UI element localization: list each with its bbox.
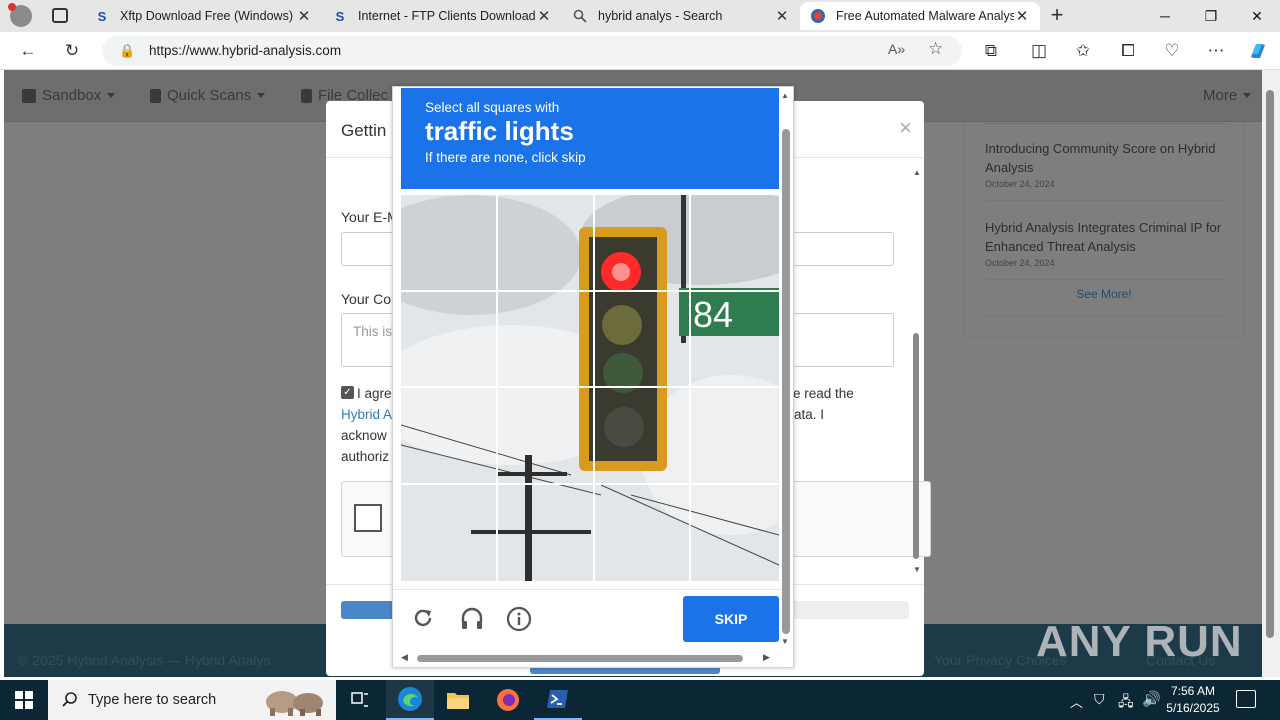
tab-actions-icon[interactable] [52,8,68,23]
notification-center-icon[interactable] [1236,690,1256,708]
network-icon[interactable]: 🖧 [1118,691,1134,715]
scrollbar-thumb[interactable] [782,129,790,634]
challenge-image-grid[interactable]: 84 [401,195,779,581]
news-card: Introducing Community Score on Hybrid An… [964,122,1244,338]
firefox-icon[interactable] [484,680,532,720]
task-view-icon[interactable] [336,680,384,720]
edge-taskbar-icon[interactable] [386,680,434,720]
captcha-challenge: Select all squares with traffic lights I… [392,86,794,668]
search-placeholder: Type here to search [88,692,217,708]
minimize-button[interactable]: ─ [1142,0,1188,32]
collections-icon[interactable]: ⧠ [1113,36,1143,66]
softpedia-s-icon: S [335,8,345,24]
refresh-icon[interactable] [411,606,435,633]
hybrid-analysis-icon [810,8,826,24]
close-window-button[interactable]: ✕ [1234,0,1280,32]
footer-copyright: © 2025 Hybrid Analysis — Hybrid Analys [18,652,271,668]
terms-link[interactable]: Hybrid A [341,404,392,425]
challenge-instruction: Select all squares with [425,100,560,115]
copilot-icon[interactable] [1243,36,1273,66]
comment-placeholder: This is [353,324,393,339]
search-icon [572,8,588,24]
captcha-checkbox[interactable] [354,504,382,532]
news-title[interactable]: Introducing Community Score on Hybrid An… [985,139,1225,177]
scrollbar-thumb[interactable] [1266,90,1274,638]
captcha-vscrollbar[interactable]: ▲ ▼ [780,91,792,647]
agree-text-right: ata. I [794,407,825,422]
volume-icon[interactable]: 🔊 [1142,690,1161,708]
news-date: October 24, 2024 [985,179,1055,189]
agree-text: acknow [341,428,387,443]
more-menu-icon[interactable]: ⋯ [1201,36,1231,66]
tab-ftp-clients[interactable]: S Internet - FTP Clients Downloads ✕ [322,2,562,30]
agree-text: authoriz [341,449,390,464]
agree-text: I agre [357,386,392,401]
scrollbar-thumb[interactable] [913,333,919,559]
profile-avatar[interactable] [8,3,32,27]
url-text: https://www.hybrid-analysis.com [149,43,342,58]
captcha-hscrollbar[interactable]: ◀ ▶ [397,652,777,664]
refresh-button[interactable]: ↻ [57,36,87,66]
new-tab-button[interactable]: + [1046,4,1068,26]
cube-icon [22,88,36,103]
back-button[interactable]: ← [13,36,43,66]
info-icon[interactable] [506,606,532,635]
page-scrollbar[interactable] [1262,70,1280,677]
nav-quick-scans[interactable]: Quick Scans [150,87,266,104]
nav-more[interactable]: More [1203,87,1252,104]
challenge-target: traffic lights [425,116,574,146]
split-screen-icon[interactable]: ◫ [1024,36,1054,66]
email-label: Your E-M [341,209,399,225]
close-tab-icon[interactable]: ✕ [296,7,312,25]
street-sign-number: 84 [693,294,733,335]
traffic-light-photo: 84 [401,195,779,581]
clock[interactable]: 7:56 AM 5/16/2025 [1164,683,1222,717]
nav-sandbox[interactable]: Sandbox [22,87,116,104]
skip-button[interactable]: SKIP [683,596,779,642]
file-icon [150,88,161,103]
show-hidden-icons[interactable]: ︿ [1070,692,1083,711]
close-tab-icon[interactable]: ✕ [774,7,790,25]
restore-button[interactable]: ❐ [1188,0,1234,32]
modal-title: Gettin [341,121,387,140]
files-icon [301,88,312,103]
tab-search[interactable]: hybrid analys - Search ✕ [562,2,800,30]
tab-xftp[interactable]: S Xftp Download Free (Windows) - ✕ [84,2,322,30]
favorites-icon[interactable]: ✩ [1068,36,1098,66]
search-icon [62,691,78,710]
news-date: October 24, 2024 [985,258,1055,268]
challenge-hint: If there are none, click skip [425,150,586,165]
softpedia-s-icon: S [97,8,107,24]
comment-label: Your Co [341,291,392,307]
security-icon[interactable]: ⛉ [1094,691,1105,708]
taskbar-search[interactable]: Type here to search [48,680,336,720]
browser-essentials-icon[interactable]: ♡ [1157,36,1187,66]
challenge-header: Select all squares with traffic lights I… [401,88,779,189]
address-bar[interactable]: 🔒 https://www.hybrid-analysis.com A» ☆ [102,36,962,66]
anyrun-watermark: ANY RUN [1036,617,1243,666]
file-explorer-icon[interactable] [434,680,482,720]
favorite-star-icon[interactable]: ☆ [928,39,943,59]
audio-challenge-icon[interactable] [459,606,485,635]
taskbar: Type here to search ︿ ⛉ 🖧 🔊 7:56 AM 5/16… [0,680,1280,720]
powershell-icon[interactable] [534,680,582,720]
elephant-search-art-icon [260,684,330,716]
tab-hybrid-analysis[interactable]: Free Automated Malware Analysi ✕ [800,2,1040,30]
lock-icon[interactable]: 🔒 [119,43,135,59]
close-icon[interactable]: × [899,115,912,141]
scrollbar-thumb[interactable] [417,655,743,662]
see-more-link[interactable]: See More! [965,287,1243,301]
close-tab-icon[interactable]: ✕ [1014,7,1030,25]
modal-scrollbar[interactable]: ▲ ▼ [910,165,924,577]
agree-text-right: e read the [793,386,854,401]
close-tab-icon[interactable]: ✕ [536,7,552,25]
agree-checkbox[interactable]: ✓ [341,386,354,399]
start-button[interactable] [0,680,48,720]
extensions-icon[interactable]: ⧉ [976,36,1006,66]
tab-strip: S Xftp Download Free (Windows) - ✕ S Int… [0,0,1280,32]
read-aloud-icon[interactable]: A» [888,41,905,57]
challenge-footer: SKIP [393,589,785,647]
news-title[interactable]: Hybrid Analysis Integrates Criminal IP f… [985,218,1225,256]
browser-toolbar: ← ↻ 🔒 https://www.hybrid-analysis.com A»… [0,32,1280,70]
